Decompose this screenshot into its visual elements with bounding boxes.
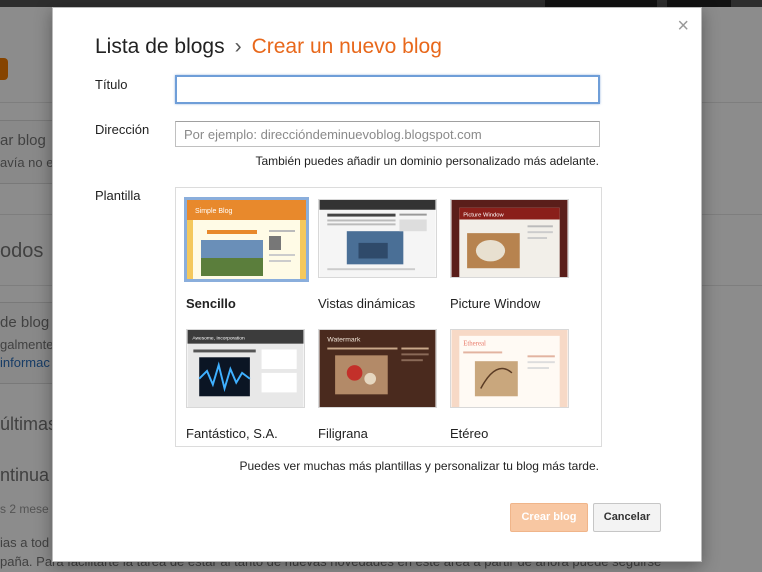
template-name: Sencillo: [186, 296, 236, 311]
template-sencillo[interactable]: Simple Blog Sencillo: [176, 188, 309, 311]
address-input[interactable]: [175, 121, 600, 147]
template-thumbnail: Ethereal: [450, 329, 569, 408]
template-thumbnail: Awesome, Incorporation: [186, 329, 305, 408]
template-name: Filigrana: [318, 426, 368, 441]
thumb-title: Watermark: [327, 337, 361, 344]
address-hint: También puedes añadir un dominio persona…: [255, 154, 599, 168]
template-thumbnail: Watermark: [318, 329, 437, 408]
address-label: Dirección: [95, 122, 150, 137]
template-vistas-dinamicas[interactable]: Vistas dinámicas: [308, 188, 437, 311]
thumb-title: Simple Blog: [195, 208, 232, 215]
create-blog-dialog: × Lista de blogs › Crear un nuevo blog Tít…: [52, 7, 702, 562]
close-icon[interactable]: ×: [677, 16, 689, 36]
template-name: Vistas dinámicas: [318, 296, 416, 311]
template-filigrana[interactable]: Watermark Filigrana: [308, 318, 437, 441]
template-thumbnail: [318, 199, 437, 278]
create-blog-button[interactable]: Crear blog: [510, 503, 588, 532]
template-label: Plantilla: [95, 188, 141, 203]
template-grid: Simple Blog Sencillo Vistas dinámicas Pi…: [175, 187, 602, 447]
thumb-title: Ethereal: [463, 341, 486, 348]
cancel-button[interactable]: Cancelar: [593, 503, 661, 532]
dialog-title: Lista de blogs › Crear un nuevo blog: [95, 35, 442, 59]
thumb-title: Picture Window: [463, 213, 504, 219]
template-thumbnail: Picture Window: [450, 199, 569, 278]
breadcrumb-blog-list[interactable]: Lista de blogs: [95, 35, 225, 58]
template-name: Etéreo: [450, 426, 489, 441]
breadcrumb-separator: ›: [234, 35, 242, 58]
title-label: Título: [95, 77, 128, 92]
template-thumbnail: Simple Blog: [184, 197, 309, 282]
template-name: Fantástico, S.A.: [186, 426, 278, 441]
template-name: Picture Window: [450, 296, 541, 311]
template-etereo[interactable]: Ethereal Etéreo: [440, 318, 569, 441]
template-picture-window[interactable]: Picture Window Picture Window: [440, 188, 569, 311]
template-fantastico[interactable]: Awesome, Incorporation Fantástico, S.A.: [176, 318, 305, 441]
title-input[interactable]: [175, 75, 600, 104]
breadcrumb-current: Crear un nuevo blog: [251, 35, 442, 58]
thumb-title: Awesome, Incorporation: [192, 336, 245, 342]
templates-hint: Puedes ver muchas más plantillas y perso…: [239, 459, 599, 473]
